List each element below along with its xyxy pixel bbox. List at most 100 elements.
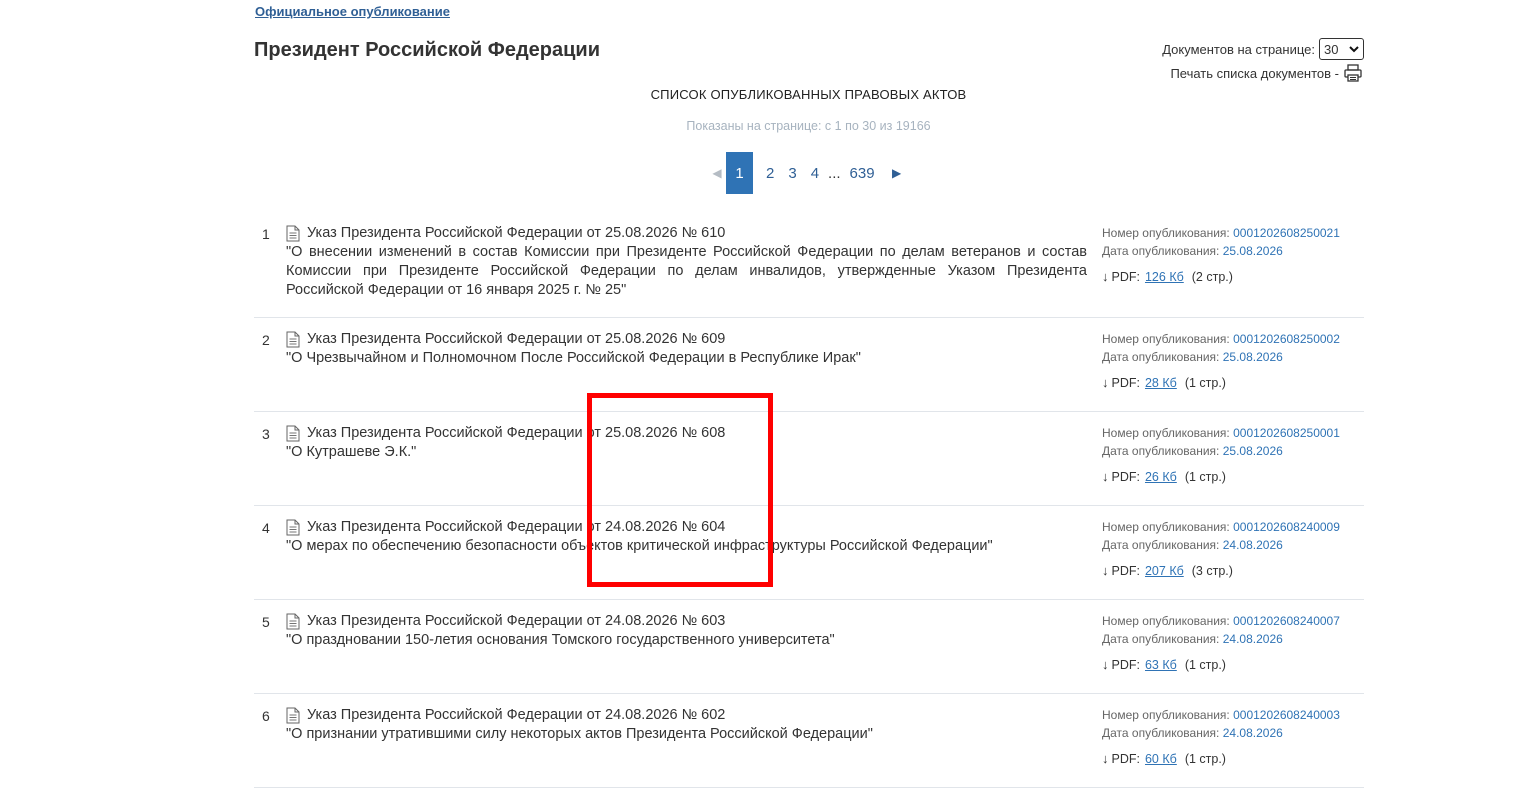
publication-date-line: Дата опубликования: 25.08.2026 [1102,442,1340,460]
publication-date: 24.08.2026 [1222,726,1283,740]
pdf-download-link[interactable]: 60 Кб [1145,750,1177,768]
document-meta: Номер опубликования: 0001202608250021 Да… [1102,224,1340,286]
publication-number-label: Номер опубликования: [1102,226,1230,240]
publication-number-line: Номер опубликования: 0001202608250001 [1102,424,1340,442]
shown-range-info: Показаны на странице: с 1 по 30 из 19166 [686,119,931,133]
publication-date-line: Дата опубликования: 24.08.2026 [1102,630,1340,648]
publication-date: 25.08.2026 [1222,444,1283,458]
print-list-link[interactable]: Печать списка документов - [1170,63,1363,83]
next-page-icon[interactable]: ▶ [888,166,906,180]
document-row: 1 Указ Президента Российской Федерации о… [254,212,1364,318]
pdf-download-link[interactable]: 126 Кб [1145,268,1184,286]
document-title[interactable]: Указ Президента Российской Федерации от … [307,706,725,725]
pdf-page-count: (1 стр.) [1184,658,1226,672]
publication-date: 24.08.2026 [1222,538,1283,552]
document-row: 2 Указ Президента Российской Федерации о… [254,318,1364,412]
pdf-download-link[interactable]: 28 Кб [1145,374,1177,392]
document-icon [286,425,300,442]
document-body: Указ Президента Российской Федерации от … [286,224,1087,300]
pdf-label: PDF: [1111,270,1140,284]
publication-number-line: Номер опубликования: 0001202608240003 [1102,706,1340,724]
document-index: 4 [262,520,270,536]
download-arrow-icon: ↓ [1102,751,1109,766]
pdf-download-line: ↓ PDF: 207 Кб (3 стр.) [1102,562,1340,580]
pdf-page-count: (1 стр.) [1184,470,1226,484]
publication-date-line: Дата опубликования: 24.08.2026 [1102,536,1340,554]
pdf-download-line: ↓ PDF: 60 Кб (1 стр.) [1102,750,1340,768]
page-link[interactable]: 2 [759,165,781,182]
page-current[interactable]: 1 [726,152,753,194]
download-arrow-icon: ↓ [1102,269,1109,284]
document-title[interactable]: Указ Президента Российской Федерации от … [307,612,725,631]
publication-date: 25.08.2026 [1222,244,1283,258]
publication-date-label: Дата опубликования: [1102,444,1220,458]
publication-number-label: Номер опубликования: [1102,520,1230,534]
publication-number-label: Номер опубликования: [1102,332,1230,346]
publication-number-label: Номер опубликования: [1102,708,1230,722]
pdf-download-link[interactable]: 207 Кб [1145,562,1184,580]
document-row: 5 Указ Президента Российской Федерации о… [254,600,1364,694]
per-page-label: Документов на странице: [1162,41,1315,57]
document-index: 1 [262,226,270,242]
document-index: 5 [262,614,270,630]
document-title-line[interactable]: Указ Президента Российской Федерации от … [286,706,1087,725]
page-link-last[interactable]: 639 [843,165,882,182]
document-meta: Номер опубликования: 0001202608240007 Да… [1102,612,1340,674]
document-list: 1 Указ Президента Российской Федерации о… [254,212,1364,788]
highlight-annotation-box [587,393,773,587]
publication-number-label: Номер опубликования: [1102,426,1230,440]
document-description: "О праздновании 150-летия основания Томс… [286,632,835,648]
publication-number-line: Номер опубликования: 0001202608240007 [1102,612,1340,630]
pdf-download-link[interactable]: 63 Кб [1145,656,1177,674]
document-meta: Номер опубликования: 0001202608250002 Да… [1102,330,1340,392]
publication-date: 24.08.2026 [1222,632,1283,646]
page-ellipsis: ... [828,164,841,182]
document-title-line[interactable]: Указ Президента Российской Федерации от … [286,330,1087,349]
publication-number-line: Номер опубликования: 0001202608250002 [1102,330,1340,348]
document-description: "О признании утратившими силу некоторых … [286,726,873,742]
pdf-download-line: ↓ PDF: 63 Кб (1 стр.) [1102,656,1340,674]
document-title-line[interactable]: Указ Президента Российской Федерации от … [286,224,1087,243]
pdf-page-count: (2 стр.) [1191,270,1233,284]
document-body: Указ Президента Российской Федерации от … [286,706,1087,744]
download-arrow-icon: ↓ [1102,469,1109,484]
page-link[interactable]: 4 [804,165,826,182]
document-index: 3 [262,426,270,442]
publication-date-label: Дата опубликования: [1102,350,1220,364]
publication-number: 0001202608250021 [1233,226,1340,240]
pdf-label: PDF: [1111,564,1140,578]
document-row: 4 Указ Президента Российской Федерации о… [254,506,1364,600]
document-title[interactable]: Указ Президента Российской Федерации от … [307,224,725,243]
prev-page-icon[interactable]: ◀ [708,166,726,180]
document-body: Указ Президента Российской Федерации от … [286,612,1087,650]
pdf-page-count: (3 стр.) [1191,564,1233,578]
breadcrumb-official-publication[interactable]: Официальное опубликование [255,4,450,19]
publication-number-line: Номер опубликования: 0001202608240009 [1102,518,1340,536]
document-row: 3 Указ Президента Российской Федерации о… [254,412,1364,506]
pdf-download-link[interactable]: 26 Кб [1145,468,1177,486]
document-description: "О внесении изменений в состав Комиссии … [286,244,1087,298]
document-title-line[interactable]: Указ Президента Российской Федерации от … [286,612,1087,631]
publication-date-label: Дата опубликования: [1102,244,1220,258]
download-arrow-icon: ↓ [1102,563,1109,578]
publication-number: 0001202608240007 [1233,614,1340,628]
document-description: "О Чрезвычайном и Полномочном После Росс… [286,350,861,366]
per-page-control: Документов на странице: 30 [1162,38,1364,60]
publication-date-line: Дата опубликования: 25.08.2026 [1102,348,1340,366]
document-index: 2 [262,332,270,348]
per-page-select[interactable]: 30 [1319,38,1364,60]
publication-date: 25.08.2026 [1222,350,1283,364]
pdf-label: PDF: [1111,376,1140,390]
document-title[interactable]: Указ Президента Российской Федерации от … [307,330,725,349]
document-icon [286,225,300,242]
print-list-label: Печать списка документов - [1170,65,1339,81]
page-link[interactable]: 3 [781,165,803,182]
printer-icon[interactable] [1343,63,1363,83]
document-index: 6 [262,708,270,724]
publication-number: 0001202608240009 [1233,520,1340,534]
per-page-value: 30 [1324,41,1339,57]
document-icon [286,613,300,630]
document-icon [286,519,300,536]
download-arrow-icon: ↓ [1102,657,1109,672]
pdf-label: PDF: [1111,658,1140,672]
